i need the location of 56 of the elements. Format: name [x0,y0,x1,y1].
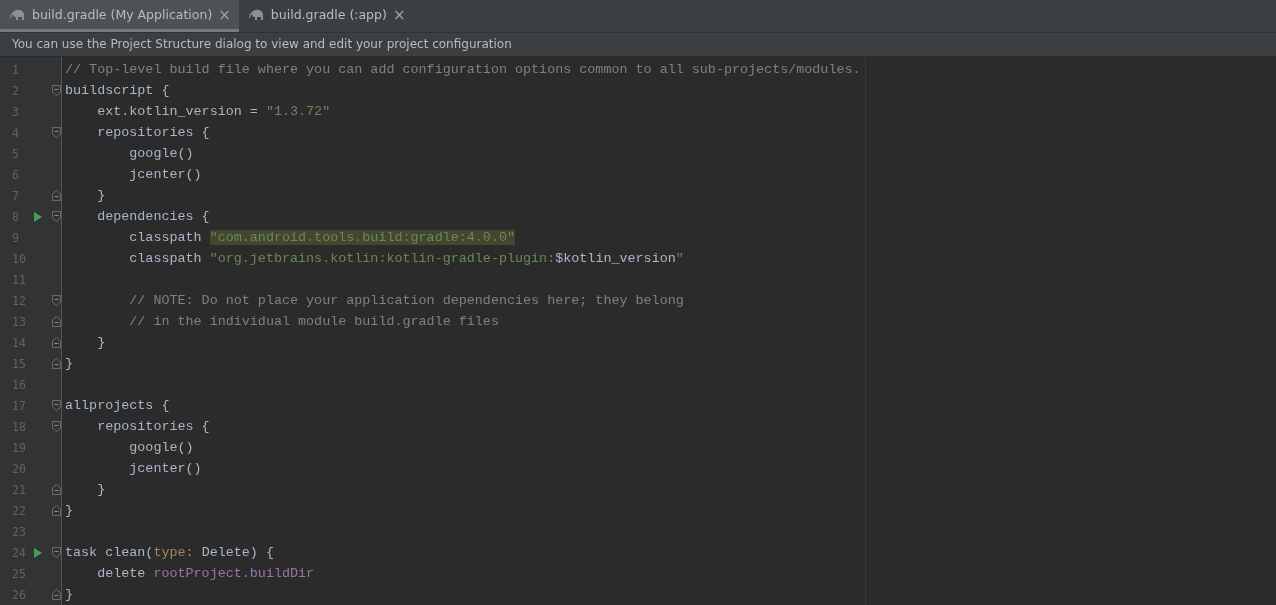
unfold-icon[interactable] [51,337,61,348]
string-literal: "org.jetbrains.kotlin:kotlin-gradle-plugin: [209,251,556,266]
notification-banner: You can use the Project Structure dialog to view and edit your project configuration [0,33,1276,57]
unfold-icon[interactable] [51,484,61,495]
code-text: } [96,188,106,203]
fold-icon[interactable] [51,85,61,96]
code-text: classpath [128,230,203,245]
unfold-icon[interactable] [51,190,61,201]
code-text: allprojects { [65,398,170,413]
code-text: $kotlin_version [555,251,676,266]
code-text: repositories { [96,125,210,140]
code-text: classpath [128,251,203,266]
fold-icon[interactable] [51,211,61,222]
tab-label: build.gradle (My Application) [32,7,213,22]
code-comment: // Top-level build file where you can add configuration options common to all sub-projects/modules. [65,62,861,77]
unfold-icon[interactable] [51,358,61,369]
code-text: jcenter() [128,167,202,182]
code-comment: // NOTE: Do not place your application dependencies here; they belong [128,293,684,308]
code-text: Delete) { [200,545,274,560]
fold-icon[interactable] [51,421,61,432]
string-literal: " [675,251,684,266]
run-icon[interactable] [33,547,42,558]
fold-icon[interactable] [51,400,61,411]
run-icon[interactable] [33,211,42,222]
editor-tab[interactable]: build.gradle (My Application) × [0,0,239,32]
code-text: } [65,503,74,518]
property-reference: rootProject.buildDir [153,566,315,581]
code-text: jcenter() [128,461,202,476]
fold-icon[interactable] [51,127,61,138]
tab-label: build.gradle (:app) [270,7,387,22]
named-argument: type: [153,545,194,560]
code-text: buildscript { [65,83,170,98]
close-icon[interactable]: × [392,5,406,24]
unfold-icon[interactable] [51,316,61,327]
unfold-icon[interactable] [51,589,61,600]
elephant-icon [10,8,26,21]
code-text: } [65,587,74,602]
fold-icon[interactable] [51,295,61,306]
highlighted-string: "com.android.tools.build:gradle:4.0.0" [209,230,515,245]
code-text: } [96,482,106,497]
code-text: dependencies { [96,209,210,224]
fold-icon[interactable] [51,547,61,558]
editor-tab[interactable]: build.gradle (:app) × [238,0,414,32]
code-text: } [65,356,74,371]
elephant-icon [248,8,265,21]
code-comment: // in the individual module build.gradle files [128,314,499,329]
unfold-icon[interactable] [51,505,61,516]
code-text: task clean( [65,545,154,560]
string-literal: "1.3.72" [265,104,331,119]
code-text: google() [128,146,194,161]
code-text: repositories { [96,419,210,434]
code-text: delete [96,566,147,581]
code-text: } [96,335,106,350]
close-icon[interactable]: × [218,5,231,24]
code-text: google() [128,440,194,455]
code-text: ext.kotlin_version = [96,104,259,119]
